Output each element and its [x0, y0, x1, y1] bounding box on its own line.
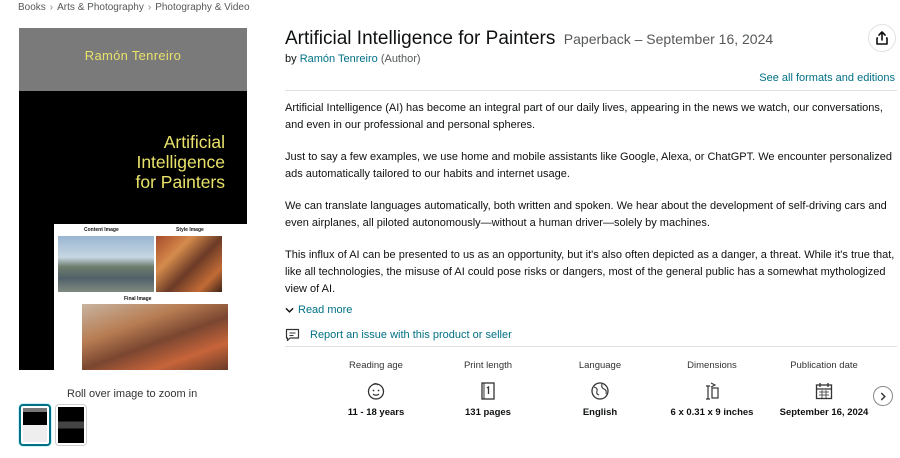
cover-author: Ramón Tenreiro	[84, 48, 182, 63]
product-description: Artificial Intelligence (AI) has become …	[285, 100, 897, 313]
breadcrumb: Books › Arts & Photography › Photography…	[18, 2, 250, 13]
cover-final-image	[82, 304, 228, 370]
attr-label: Print length	[463, 360, 513, 371]
book-pages-icon	[478, 380, 498, 402]
author-role: (Author)	[380, 53, 421, 65]
description-paragraph: We can translate languages automatically…	[285, 200, 887, 229]
cover-style-caption: Style Image	[176, 227, 204, 233]
description-paragraph: Artificial Intelligence (AI) has become …	[285, 102, 883, 131]
attr-language: Language English	[544, 360, 656, 419]
globe-icon	[590, 380, 610, 402]
attr-label: Reading age	[349, 360, 403, 371]
report-issue-label: Report an issue with this product or sel…	[310, 329, 512, 341]
breadcrumb-arts-photography[interactable]: Arts & Photography	[57, 2, 144, 13]
ruler-icon	[702, 380, 722, 402]
see-all-formats-link[interactable]: See all formats and editions	[759, 72, 895, 84]
zoom-hint: Roll over image to zoom in	[67, 388, 198, 400]
cover-final-caption: Final Image	[124, 296, 152, 302]
cover-content-caption: Content Image	[84, 227, 119, 233]
book-cover-image[interactable]: Ramón Tenreiro Artificial Intelligence f…	[19, 28, 247, 370]
description-paragraph: Just to say a few examples, we use home …	[285, 151, 892, 180]
read-more-label: Read more	[298, 304, 353, 316]
attr-label: Publication date	[790, 360, 858, 371]
read-more-link[interactable]: Read more	[285, 304, 352, 316]
cover-title-line: Intelligence	[136, 152, 225, 172]
cover-style-image	[156, 236, 222, 292]
report-flag-icon	[285, 328, 300, 342]
thumbnail-front-cover[interactable]	[19, 404, 51, 446]
child-face-icon	[366, 380, 386, 402]
calendar-icon	[814, 380, 834, 402]
author-link[interactable]: Ramón Tenreiro	[300, 53, 378, 65]
cover-title-line: Artificial	[163, 132, 225, 152]
carousel-next-button[interactable]	[873, 386, 893, 406]
byline: by Ramón Tenreiro (Author)	[285, 53, 421, 65]
attr-value: 6 x 0.31 x 9 inches	[670, 407, 754, 418]
cover-title-line: for Painters	[135, 172, 225, 192]
product-title: Artificial Intelligence for Painters	[285, 28, 556, 49]
product-details-carousel: Reading age 11 - 18 years Print length 1…	[320, 360, 880, 419]
attr-label: Language	[578, 360, 622, 371]
attr-value: September 16, 2024	[779, 407, 869, 418]
thumbnail-front-image	[23, 408, 47, 442]
breadcrumb-photography-video[interactable]: Photography & Video	[155, 2, 249, 13]
section-divider	[285, 90, 897, 91]
attr-print-length: Print length 131 pages	[432, 360, 544, 419]
format-and-date: Paperback – September 16, 2024	[563, 31, 774, 47]
breadcrumb-separator: ›	[49, 2, 54, 13]
share-icon	[876, 31, 888, 45]
chevron-right-icon	[880, 392, 886, 400]
description-paragraph: This influx of AI can be presented to us…	[285, 249, 895, 295]
attr-value: 11 - 18 years	[347, 407, 405, 418]
report-issue-link[interactable]: Report an issue with this product or sel…	[285, 328, 512, 342]
attr-value: English	[582, 407, 618, 418]
chevron-down-icon	[285, 307, 294, 313]
thumbnail-back-image	[58, 407, 84, 443]
attr-label: Dimensions	[687, 360, 737, 371]
section-divider	[285, 346, 897, 347]
share-button[interactable]	[868, 24, 896, 52]
attr-reading-age: Reading age 11 - 18 years	[320, 360, 432, 419]
cover-illustration-panel: Content Image Style Image Final Image	[54, 224, 247, 370]
cover-title: Artificial Intelligence for Painters	[136, 132, 225, 192]
attr-publication-date: Publication date September 16, 2024	[768, 360, 880, 419]
thumbnail-back-cover[interactable]	[55, 404, 87, 446]
byline-prefix: by	[285, 53, 297, 65]
breadcrumb-books[interactable]: Books	[18, 2, 46, 13]
cover-content-image	[58, 236, 154, 292]
attr-value: 131 pages	[465, 407, 511, 418]
attr-dimensions: Dimensions 6 x 0.31 x 9 inches	[656, 360, 768, 419]
product-title-row: Artificial Intelligence for Painters Pap…	[285, 28, 773, 50]
breadcrumb-separator: ›	[147, 2, 152, 13]
